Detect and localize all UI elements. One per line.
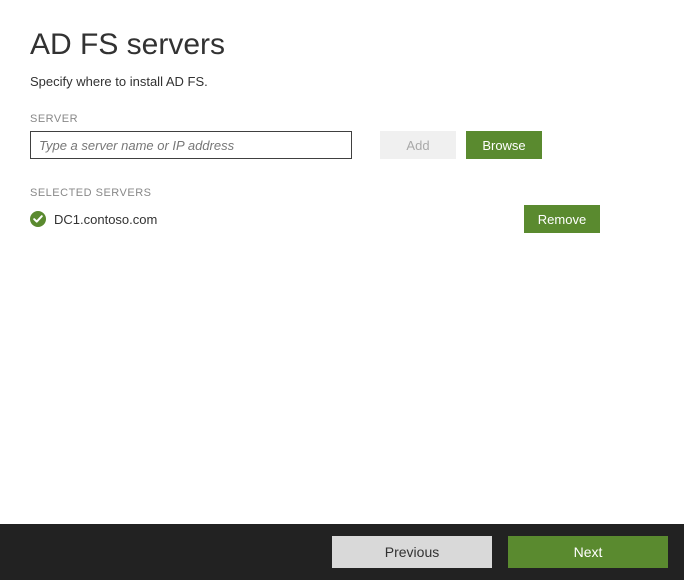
remove-button[interactable]: Remove xyxy=(524,205,600,233)
selected-server-item: DC1.contoso.com xyxy=(30,211,157,227)
main-content: AD FS servers Specify where to install A… xyxy=(0,0,684,524)
page-subtitle: Specify where to install AD FS. xyxy=(30,74,654,89)
selected-server-name: DC1.contoso.com xyxy=(54,212,157,227)
next-button[interactable]: Next xyxy=(508,536,668,568)
browse-button[interactable]: Browse xyxy=(466,131,542,159)
selected-servers-label: SELECTED SERVERS xyxy=(30,187,654,199)
server-input[interactable] xyxy=(30,131,352,159)
selected-server-row: DC1.contoso.com Remove xyxy=(30,205,600,233)
server-input-row: Add Browse xyxy=(30,131,654,159)
check-circle-icon xyxy=(30,211,46,227)
add-button[interactable]: Add xyxy=(380,131,456,159)
wizard-footer: Previous Next xyxy=(0,524,684,580)
server-field-label: SERVER xyxy=(30,113,654,125)
previous-button[interactable]: Previous xyxy=(332,536,492,568)
page-title: AD FS servers xyxy=(30,28,654,62)
